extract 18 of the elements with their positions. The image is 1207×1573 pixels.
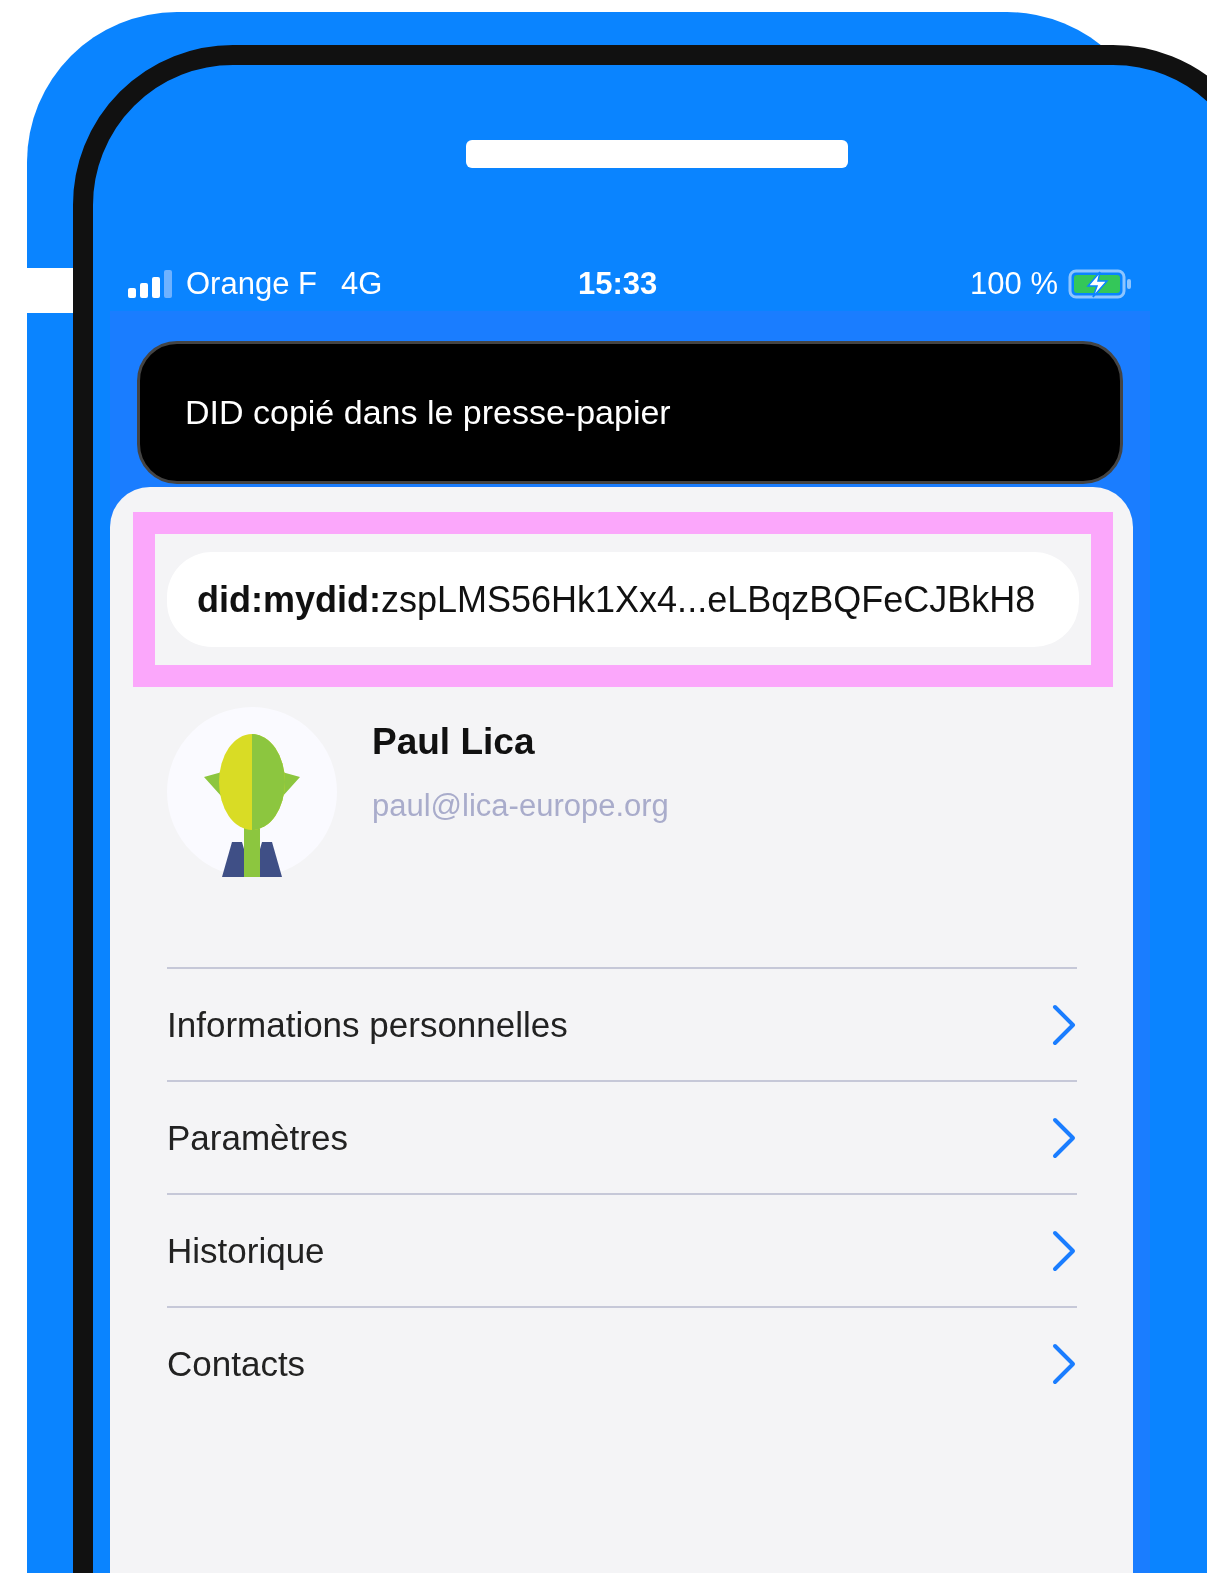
clock-time: 15:33 [578, 265, 658, 302]
profile-email: paul@lica-europe.org [372, 787, 669, 824]
chevron-right-icon [1051, 1003, 1077, 1046]
profile-name: Paul Lica [372, 720, 536, 763]
did-field[interactable]: did:mydid:zspLMS56Hk1Xx4...eLBqzBQFeCJBkH8 [167, 552, 1079, 647]
carrier-name: Orange F [186, 265, 317, 302]
chevron-right-icon [1051, 1342, 1077, 1385]
toast-message: DID copié dans le presse-papier [137, 341, 1123, 484]
menu-item[interactable]: Informations personnelles [167, 969, 1077, 1082]
chevron-right-icon [1051, 1229, 1077, 1272]
battery-charging-icon [1068, 268, 1132, 299]
chevron-right-icon [1051, 1116, 1077, 1159]
signal-icon [128, 269, 172, 298]
menu-item[interactable]: Contacts [167, 1308, 1077, 1419]
network-type: 4G [340, 265, 383, 302]
menu-item[interactable]: Historique [167, 1195, 1077, 1308]
menu-item[interactable]: Paramètres [167, 1082, 1077, 1195]
battery-percent: 100 % [970, 265, 1058, 302]
